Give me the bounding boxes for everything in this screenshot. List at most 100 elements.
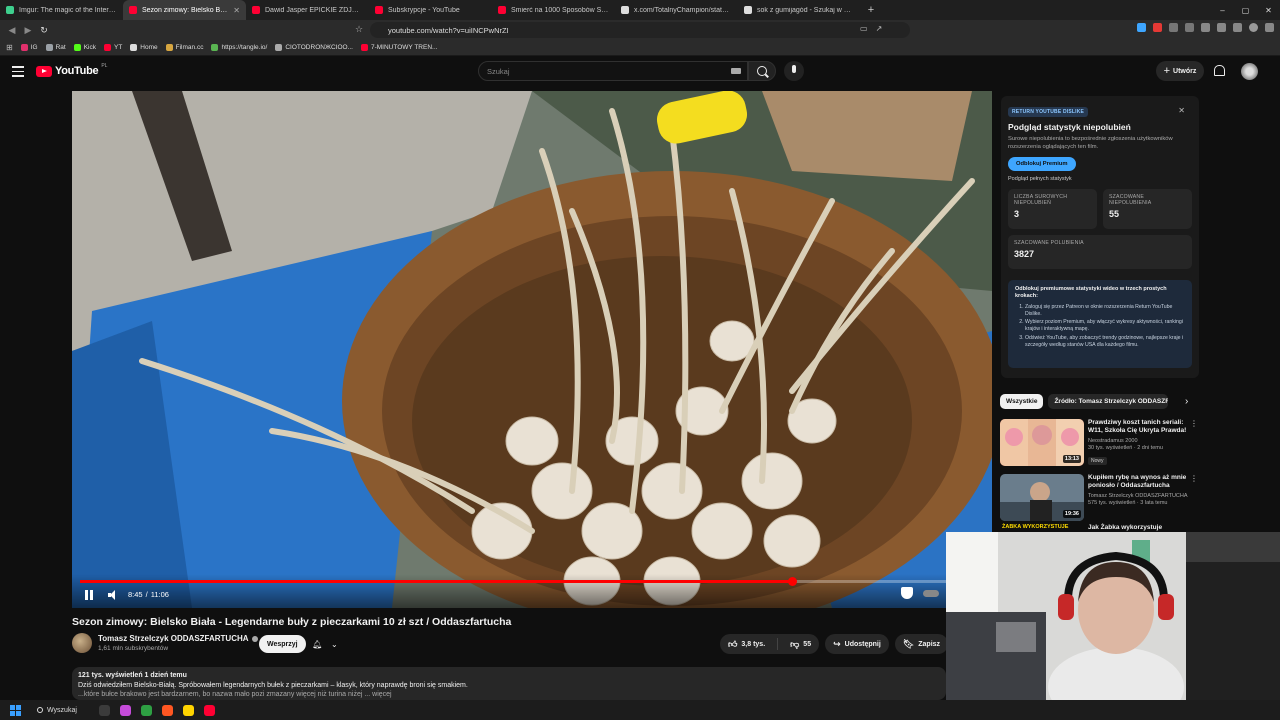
recommendation-thumbnail[interactable]: 13:13 [1000,419,1084,466]
recommendation-item[interactable]: 13:13 Prawdziwy koszt tanich seriali: W1… [1000,419,1200,469]
browser-tab[interactable]: Imgur: The magic of the Internet [0,0,123,20]
bookmark-item[interactable]: Kick [73,44,96,51]
chip-source[interactable]: Źródło: Tomasz Strzelczyk ODDASZFARTUCHA [1048,394,1169,409]
save-button[interactable]: 🔖︎ Zapisz [894,634,949,654]
extension-icon[interactable] [1185,23,1194,32]
keyboard-icon[interactable] [731,68,741,74]
more-options-icon[interactable]: ⋮ [1190,419,1198,428]
youtube-logo[interactable]: YouTube PL [36,63,107,77]
tab-favicon-icon [498,6,506,14]
account-avatar[interactable] [1241,63,1258,80]
recommendation-title[interactable]: Jak Żabka wykorzystuje [1088,524,1162,531]
dislike-button[interactable]: 👎︎ 55 [782,634,819,654]
browser-tab[interactable]: sok z gumijagód - Szukaj w Google [738,0,861,20]
downloads-icon[interactable] [1233,23,1242,32]
ryd-subtitle: Surowe niepolubienia to bezpośrednie zgł… [1008,136,1173,150]
progress-bar[interactable] [80,577,984,586]
recommendation-thumbnail[interactable]: 19:36 [1000,474,1084,521]
channel-name-row[interactable]: Tomasz Strzelczyk ODDASZFARTUCHA [98,634,258,643]
browser-tab[interactable]: Dawid Jasper EPICKIE ZDJĘCIA AI - Y [246,0,369,20]
full-stats-link[interactable]: Podgląd pełnych statystyk [1008,176,1192,182]
channel-name[interactable]: Tomasz Strzelczyk ODDASZFARTUCHA [98,634,249,643]
cast-icon[interactable]: ▭ [860,24,868,33]
taskbar-app-icon[interactable] [182,704,194,716]
pause-icon[interactable] [84,590,94,600]
like-dislike-group: 👍︎ 3,8 tys. 👎︎ 55 [720,634,820,654]
taskbar-app-icon[interactable] [203,704,215,716]
taskbar-app-icon[interactable] [161,704,173,716]
premium-promo: Odblokuj premiumowe statystyki wideo w t… [1008,279,1192,368]
maximize-icon[interactable]: ▢ [1234,0,1257,20]
new-tab-button[interactable]: + [861,4,881,16]
volume-icon[interactable] [108,590,118,600]
bookmark-favicon-icon [360,44,368,51]
profile-icon[interactable] [1249,23,1258,32]
extension-icon[interactable] [1153,23,1162,32]
menu-hamburger-icon[interactable] [12,66,24,77]
extension-icon[interactable] [1137,23,1146,32]
estimated-likes-card: Szacowane polubienia 3827 [1008,234,1192,269]
share-icon[interactable]: ↗ [876,24,883,33]
share-button[interactable]: ↪ Udostępnij [825,634,889,654]
bookmark-label: Rat [55,44,66,51]
extension-icon[interactable] [1169,23,1178,32]
unlock-premium-button[interactable]: Odblokuj Premium [1008,156,1076,171]
bookmark-item[interactable]: 7-MINUTOWY TREN... [360,44,437,51]
like-button[interactable]: 👍︎ 3,8 tys. [720,634,773,654]
recommendation-channel[interactable]: Neostradamus 2000 [1088,438,1192,444]
close-icon[interactable]: ✕ [1178,106,1185,115]
bookmark-icon[interactable]: ☆ [355,24,363,35]
recommendation-title[interactable]: Kupiłem rybę na wynos aż mnie poniosło /… [1088,474,1192,491]
recommendation-title[interactable]: Prawdziwy koszt tanich seriali: W11, Szk… [1088,419,1192,436]
video-player[interactable]: 8:45 / 11:06 [72,91,992,608]
media-icon[interactable] [1217,23,1226,32]
sponsor-shield-icon[interactable] [901,587,913,599]
bookmark-item[interactable]: IG [20,44,38,51]
description-text-more: ...które bułce brakowo jest bardzarnem, … [78,691,392,698]
back-icon[interactable]: ◀ [4,25,20,36]
browser-tab[interactable]: x.com/TotalnyChampion/status/2007 [615,0,738,20]
url-field[interactable]: youtube.com/watch?v=uiINCPwNrZI [370,22,910,38]
taskbar-search[interactable]: Wyszukaj [37,707,77,714]
browser-tab[interactable]: Śmierć na 1000 Sposobów Sezon 3 [492,0,615,20]
taskbar-app-icon[interactable] [98,704,110,716]
minimize-icon[interactable]: – [1211,0,1234,20]
menu-icon[interactable] [1265,23,1274,32]
recommendation-views: 575 tys. wyświetleń · 3 lata temu [1088,499,1168,506]
bookmark-item[interactable]: https://tangle.io/ [211,44,267,51]
bookmark-item[interactable]: Rat [45,44,66,51]
support-button[interactable]: Wesprzyj [259,635,306,653]
bookmark-item[interactable]: Filman.cc [165,44,203,51]
youtube-play-icon [36,65,52,77]
bookmark-item[interactable]: YT [103,44,122,51]
chip-all[interactable]: Wszystkie [1000,394,1044,409]
extensions-puzzle-icon[interactable] [1201,23,1210,32]
bookmark-item[interactable]: Home [130,44,158,51]
close-window-icon[interactable]: ✕ [1257,0,1280,20]
taskbar-app-icon[interactable] [140,704,152,716]
recommendation-channel[interactable]: Tomasz Strzelczyk ODDASZFARTUCHA [1088,493,1192,499]
channel-avatar[interactable] [72,633,92,653]
windows-start-icon[interactable] [10,704,21,716]
browser-tab[interactable]: Subskrypcje - YouTube [369,0,492,20]
notifications-bell-icon[interactable] [1214,65,1225,76]
autoplay-toggle[interactable] [923,589,939,597]
apps-grid-icon[interactable]: ⊞ [6,43,13,52]
reload-icon[interactable]: ↻ [36,25,52,36]
create-button[interactable]: + Utwórz [1156,61,1204,81]
search-input[interactable]: Szukaj [478,61,748,81]
search-button[interactable] [748,61,776,81]
recommendation-item[interactable]: 19:36 Kupiłem rybę na wynos aż mnie poni… [1000,474,1200,524]
progress-scrubber[interactable] [788,577,798,586]
subscription-bell-button[interactable]: 🔔︎ ⌄ [308,635,342,653]
forward-icon[interactable]: ▶ [20,25,36,36]
more-options-icon[interactable]: ⋮ [1190,474,1198,483]
browser-tab[interactable]: Sezon zimowy: Bielsko Biała ✕ [123,0,246,20]
description-box[interactable]: 121 tys. wyświetleń 1 dzień temu Dziś od… [72,667,946,700]
taskbar-app-icon[interactable] [119,704,131,716]
bookmark-item[interactable]: CIOTODRONЖCIOO... [275,44,353,51]
chevron-right-icon[interactable]: › [1185,396,1188,407]
ryd-panel: RETURN YOUTUBE DISLIKE ✕ Podgląd statyst… [1001,96,1199,378]
voice-search-icon[interactable] [784,61,804,81]
close-tab-icon[interactable]: ✕ [233,6,240,15]
